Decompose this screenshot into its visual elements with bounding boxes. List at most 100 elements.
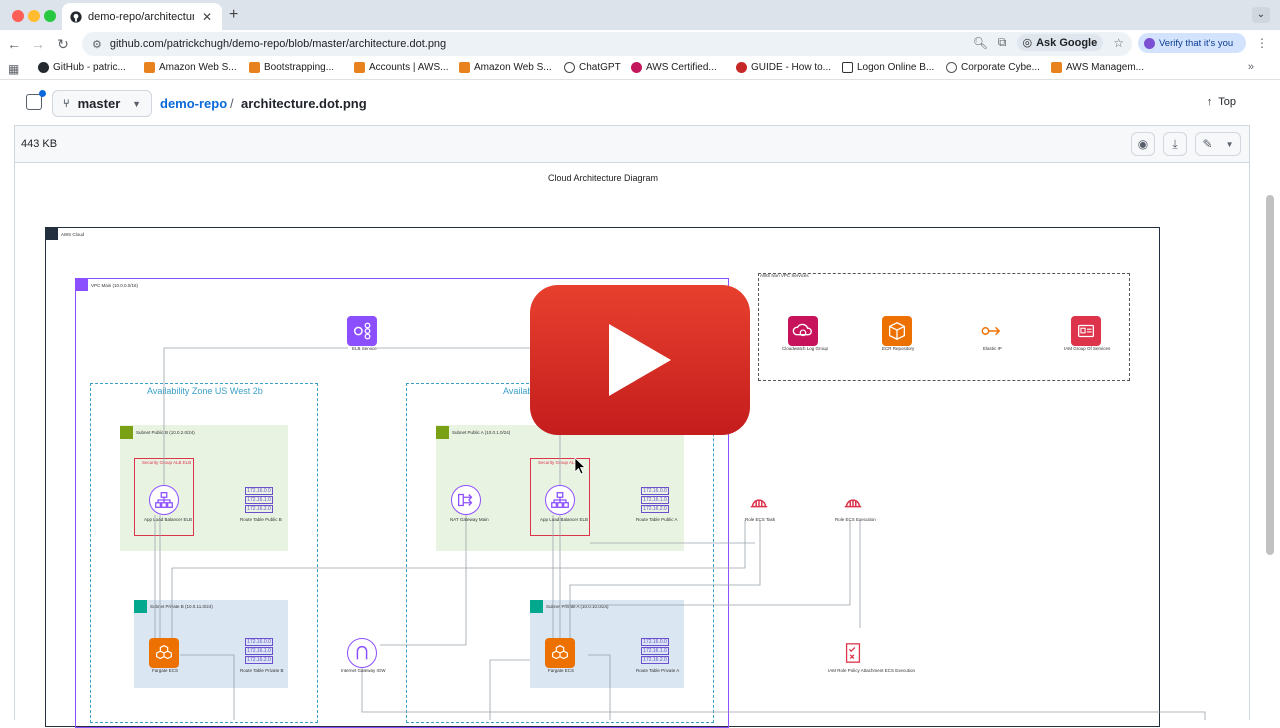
bookmark-item[interactable]: AWS Certified... — [631, 62, 717, 73]
browser-menu-icon[interactable]: ⋮ — [1256, 36, 1268, 50]
route-table-private-a: 172.16.0.0 172.16.1.0 172.16.2.0 — [641, 638, 669, 665]
site-settings-icon[interactable]: ⚙ — [92, 38, 102, 51]
close-window-button[interactable] — [12, 10, 24, 22]
ecr-icon — [882, 316, 912, 346]
branch-selector[interactable]: ⑂ master ▼ — [52, 90, 152, 117]
igw-label: Internet Gateway IGW — [341, 668, 386, 673]
route-table-private-b: 172.16.0.0 172.16.1.0 172.16.2.0 — [245, 638, 273, 665]
vpc-icon — [76, 279, 88, 291]
role-exec-label: Role ECS Execution — [835, 517, 876, 522]
edit-button-group[interactable]: ✎ ▼ — [1195, 132, 1241, 156]
elb-service-icon — [347, 316, 377, 346]
page-scrollbar[interactable] — [1266, 195, 1274, 555]
bookmark-item[interactable]: Bootstrapping... — [249, 62, 334, 73]
maximize-window-button[interactable] — [44, 10, 56, 22]
route-row: 172.16.1.0 — [641, 496, 669, 504]
rt-public-a-label: Route Table Public A — [636, 517, 678, 522]
certification-icon — [631, 62, 642, 73]
zoom-icon[interactable]: 🔍︎ — [973, 36, 988, 50]
bookmark-item[interactable]: AWS Managem... — [1051, 62, 1144, 73]
globe-icon — [946, 62, 957, 73]
back-icon[interactable]: ← — [6, 36, 22, 52]
reload-icon[interactable]: ↻ — [55, 36, 71, 53]
github-favicon-icon — [70, 10, 82, 23]
elb-service-label: ELB Service — [352, 346, 377, 351]
bookmark-item[interactable]: GitHub - patric... — [38, 62, 126, 73]
bookmark-star-icon[interactable]: ☆ — [1113, 36, 1124, 50]
breadcrumb-separator: / — [230, 96, 234, 111]
minimize-window-button[interactable] — [28, 10, 40, 22]
subnet-lock-icon — [134, 600, 147, 613]
breadcrumb-repo-link[interactable]: demo-repo — [160, 96, 227, 111]
install-app-icon[interactable]: ⧉ — [998, 35, 1007, 50]
aws-icon — [459, 62, 470, 73]
new-tab-button[interactable]: + — [229, 6, 238, 24]
app-load-balancer-b-icon — [149, 485, 179, 515]
bookmark-item[interactable]: ChatGPT — [564, 62, 621, 73]
subnet-lock-icon — [530, 600, 543, 613]
forward-icon[interactable]: → — [30, 36, 46, 52]
copilot-button[interactable]: ◉ — [1131, 132, 1155, 156]
github-icon — [38, 62, 49, 73]
browser-tab[interactable]: demo-repo/architecture.d ✕ — [62, 3, 222, 30]
route-row: 172.16.2.0 — [641, 505, 669, 513]
bookmark-item[interactable]: GUIDE - How to... — [736, 62, 831, 73]
back-to-top-button[interactable]: ↑ Top — [1207, 96, 1236, 108]
ask-google-button[interactable]: ◎ Ask Google — [1016, 34, 1104, 51]
ecr-label: ECR Repository — [882, 346, 915, 351]
role-ecs-task-icon — [744, 487, 774, 517]
cloudwatch-label: Cloudwatch Log Group — [782, 346, 829, 351]
more-bookmarks-icon[interactable]: » — [1248, 61, 1254, 73]
bookmark-label: Corporate Cybe... — [961, 62, 1040, 73]
route-row: 172.16.1.0 — [245, 496, 273, 504]
arrow-up-icon: ↑ — [1206, 96, 1213, 108]
close-tab-icon[interactable]: ✕ — [200, 10, 214, 24]
bookmark-item[interactable]: Amazon Web S... — [144, 62, 237, 73]
route-row: 172.16.0.0 — [641, 638, 669, 646]
chevron-down-icon: ▼ — [132, 98, 141, 109]
download-icon: ⤓ — [1172, 136, 1178, 151]
sg-b-label: Security Group ALB ELB — [142, 460, 192, 465]
bookmark-item[interactable]: Corporate Cybe... — [946, 62, 1040, 73]
sidebar-toggle-icon[interactable] — [26, 90, 46, 110]
route-row: 172.16.0.0 — [245, 487, 273, 495]
video-play-button[interactable] — [530, 285, 750, 435]
iam-group-icon — [1071, 316, 1101, 346]
bookmarks-bar: ▦ GitHub - patric... Amazon Web S... Boo… — [0, 58, 1280, 80]
bookmark-item[interactable]: Accounts | AWS... — [354, 62, 448, 73]
file-header: ⑂ master ▼ demo-repo / architecture.dot.… — [14, 80, 1250, 126]
branch-name: master — [77, 96, 121, 111]
verify-identity-button[interactable]: Verify that it's you — [1138, 33, 1246, 53]
route-row: 172.16.0.0 — [245, 638, 273, 646]
elastic-ip-icon — [976, 316, 1006, 346]
file-info-bar: 443 KB ◉ ⤓ ✎ ▼ — [14, 126, 1250, 163]
bookmark-label: Bootstrapping... — [264, 62, 335, 73]
iam-policy-label: IAM Role Policy Attachment ECS Execution — [828, 668, 916, 673]
rt-private-b-label: Route Table Private B — [240, 668, 284, 673]
route-row: 172.16.2.0 — [245, 656, 273, 664]
download-button[interactable]: ⤓ — [1163, 132, 1187, 156]
fargate-b-icon — [149, 638, 179, 668]
elastic-ip-label: Elastic IP — [983, 346, 1002, 351]
role-task-label: Role ECS Task — [745, 517, 776, 522]
diagram-title: Cloud Architecture Diagram — [548, 173, 659, 183]
route-table-public-b: 172.16.0.0 172.16.1.0 172.16.2.0 — [245, 487, 273, 514]
route-row: 172.16.2.0 — [641, 656, 669, 664]
chatgpt-icon — [564, 62, 575, 73]
lens-icon: ◎ — [1022, 37, 1033, 49]
pencil-icon[interactable]: ✎ — [1203, 137, 1213, 151]
route-table-public-a: 172.16.0.0 172.16.1.0 172.16.2.0 — [641, 487, 669, 514]
url-text: github.com/patrickchugh/demo-repo/blob/m… — [109, 38, 447, 50]
route-row: 172.16.1.0 — [245, 647, 273, 655]
chevron-down-icon[interactable]: ▼ — [1226, 140, 1234, 149]
rt-private-a-label: Route Table Private A — [636, 668, 680, 673]
nat-gateway-icon — [451, 485, 481, 515]
address-bar[interactable]: ⚙ github.com/patrickchugh/demo-repo/blob… — [82, 32, 1132, 56]
aws-cloud-label: AWS Cloud — [61, 232, 85, 237]
bookmark-item[interactable]: Logon Online B... — [842, 62, 934, 73]
bookmark-label: GitHub - patric... — [53, 62, 126, 73]
tab-search-button[interactable]: ⌄ — [1252, 7, 1270, 23]
bookmark-item[interactable]: Amazon Web S... — [459, 62, 552, 73]
file-size: 443 KB — [21, 138, 58, 150]
apps-grid-icon[interactable]: ▦ — [8, 62, 19, 76]
